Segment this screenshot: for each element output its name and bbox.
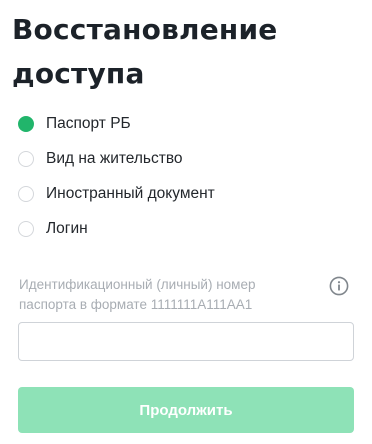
- radio-option-passport-rb[interactable]: Паспорт РБ: [18, 106, 358, 141]
- page-title: Восстановление доступа: [12, 13, 278, 90]
- id-number-input[interactable]: [18, 322, 354, 361]
- radio-option-foreign-document[interactable]: Иностранный документ: [18, 176, 358, 211]
- radio-option-login[interactable]: Логин: [18, 211, 358, 246]
- radio-button[interactable]: [18, 150, 34, 167]
- continue-button[interactable]: Продолжить: [18, 387, 354, 433]
- radio-label: Вид на жительство: [46, 149, 183, 167]
- radio-button[interactable]: [18, 220, 34, 237]
- info-icon[interactable]: [329, 276, 349, 296]
- id-number-field-label: Идентификационный (личный) номер паспорт…: [19, 277, 256, 312]
- radio-button-checked[interactable]: [18, 115, 34, 132]
- radio-option-residence-permit[interactable]: Вид на жительство: [18, 141, 358, 176]
- restore-access-page: Восстановление доступа Паспорт РБ Вид на…: [0, 0, 372, 444]
- radio-label: Логин: [46, 219, 88, 237]
- radio-button[interactable]: [18, 185, 34, 202]
- radio-label: Иностранный документ: [46, 184, 215, 202]
- radio-label: Паспорт РБ: [46, 114, 131, 132]
- document-type-radio-group: Паспорт РБ Вид на жительство Иностранный…: [18, 106, 358, 246]
